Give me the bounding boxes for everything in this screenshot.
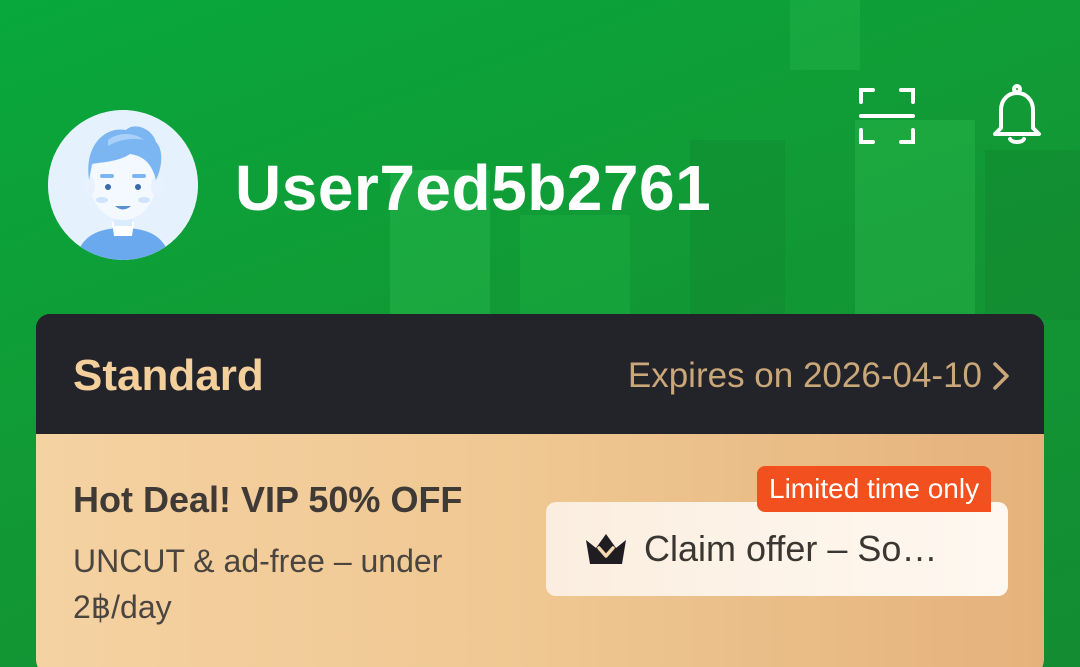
banner-decoration [855,120,975,330]
bell-icon[interactable] [988,84,1046,146]
profile-screen: User7ed5b2761 Standard Expires on 2026-0… [0,0,1080,667]
user-avatar-icon[interactable] [48,110,198,260]
claim-offer-label: Claim offer – So… [644,528,938,569]
claim-offer-button[interactable]: Claim offer – So… [546,502,1008,596]
crown-icon [586,534,626,564]
promo-title: Hot Deal! VIP 50% OFF [73,479,463,520]
chevron-right-icon [993,362,1009,390]
username: User7ed5b2761 [235,152,712,224]
expiry-text: Expires on 2026-04-10 [627,356,982,395]
expiry-link[interactable]: Expires on 2026-04-10 [628,354,1010,398]
membership-header[interactable]: Standard Expires on 2026-04-10 [36,314,1044,434]
banner-decoration [520,215,630,325]
banner-decoration [985,150,1080,320]
promo-subtitle: UNCUT & ad-free – under 2฿/day [73,543,443,625]
plan-name: Standard [73,351,264,400]
promo-banner[interactable]: Hot Deal! VIP 50% OFF UNCUT & ad-free – … [36,434,1044,667]
scan-icon[interactable] [857,86,917,146]
limited-time-badge: Limited time only [757,466,992,512]
membership-card: Standard Expires on 2026-04-10 Hot Deal!… [36,314,1044,667]
banner-decoration [790,0,860,70]
